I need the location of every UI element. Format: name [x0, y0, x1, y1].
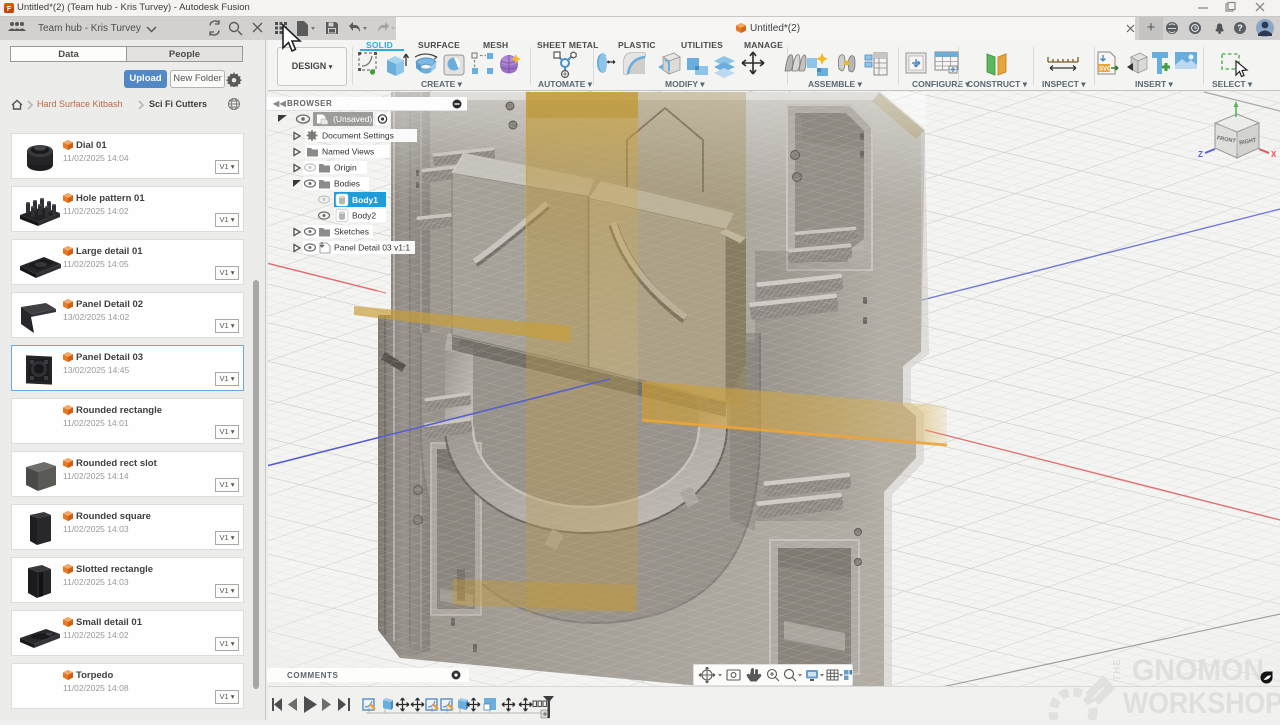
svg-text:SVG: SVG — [1099, 67, 1112, 73]
svg-text:Panel Detail 03 v1:1: Panel Detail 03 v1:1 — [334, 243, 410, 253]
svg-text:F: F — [7, 6, 12, 13]
svg-text:Sketches: Sketches — [334, 227, 369, 237]
svg-text:X: X — [1271, 150, 1277, 159]
svg-text:Z: Z — [1198, 150, 1203, 159]
svg-text:GNOMON: GNOMON — [1132, 654, 1264, 687]
svg-text:(Unsaved): (Unsaved) — [333, 114, 372, 124]
svg-text:Body1: Body1 — [352, 195, 378, 205]
svg-text:Document Settings: Document Settings — [322, 131, 394, 141]
svg-text:WORKSHOP: WORKSHOP — [1123, 687, 1280, 720]
svg-text:?: ? — [1237, 23, 1243, 33]
svg-text:Body2: Body2 — [352, 211, 376, 221]
svg-text:Named Views: Named Views — [322, 147, 374, 157]
svg-text:Origin: Origin — [334, 163, 357, 173]
svg-text:THE: THE — [1112, 658, 1123, 681]
svg-text:Bodies: Bodies — [334, 179, 360, 189]
